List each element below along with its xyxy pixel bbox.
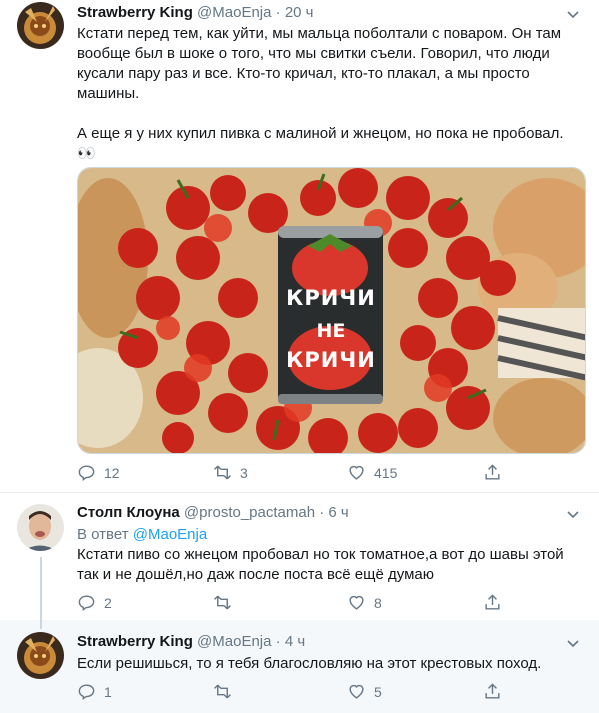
- retweet-icon: [214, 595, 231, 610]
- display-name[interactable]: Strawberry King: [77, 633, 193, 650]
- tweet-actions: 1 5: [77, 682, 517, 702]
- user-handle[interactable]: @MaoEnja: [197, 633, 271, 650]
- retweet-count: 3: [240, 464, 248, 481]
- tweet-main[interactable]: Strawberry King @MaoEnja · 20 ч Кстати п…: [0, 0, 599, 490]
- thread-line: [40, 557, 42, 621]
- reply-icon: [78, 595, 95, 612]
- timestamp[interactable]: 20 ч: [285, 4, 314, 21]
- can-label-bottom: КРИЧИ: [286, 348, 376, 372]
- display-name[interactable]: Strawberry King: [77, 4, 193, 21]
- tweet-header: Strawberry King @MaoEnja · 20 ч: [77, 4, 314, 21]
- reply-button[interactable]: 1: [77, 682, 112, 701]
- thread-line: [40, 620, 42, 629]
- avatar[interactable]: [17, 504, 64, 551]
- retweet-icon: [214, 684, 231, 699]
- reply-prefix: В ответ: [77, 526, 129, 543]
- share-button[interactable]: [483, 682, 502, 701]
- heart-icon: [349, 684, 364, 699]
- reply-icon: [78, 684, 95, 701]
- tweet-text: Кстати пиво со жнецом пробовал но ток то…: [77, 546, 568, 583]
- tweet-actions: 2 8: [77, 593, 517, 613]
- like-button[interactable]: 8: [347, 593, 382, 612]
- can-label-top: КРИЧИ: [286, 286, 376, 310]
- user-handle[interactable]: @MaoEnja: [197, 4, 271, 21]
- reply-context: В ответ @MaoEnja: [77, 526, 207, 543]
- can-label-middle: НЕ: [316, 320, 346, 342]
- like-count: 415: [374, 464, 398, 481]
- share-icon: [485, 594, 500, 610]
- reply-to-handle-link[interactable]: @MaoEnja: [133, 526, 207, 543]
- tweet-header: Столп Клоуна @prosto_pactamah · 6 ч: [77, 504, 349, 521]
- reply-count: 1: [104, 683, 112, 700]
- timestamp[interactable]: 4 ч: [285, 633, 305, 650]
- tweet-photo[interactable]: КРИЧИ НЕ КРИЧИ: [77, 167, 586, 454]
- chevron-down-icon[interactable]: [565, 6, 581, 22]
- like-count: 8: [374, 594, 382, 611]
- tweet-text: Если решишься, то я тебя благословляю на…: [77, 655, 542, 672]
- tweet-actions: 12 3 415: [77, 463, 517, 483]
- share-button[interactable]: [483, 463, 502, 482]
- display-name[interactable]: Столп Клоуна: [77, 504, 180, 521]
- reply-button[interactable]: 12: [77, 463, 120, 482]
- reply-count: 2: [104, 594, 112, 611]
- tweet-text: Кстати перед тем, как уйти, мы мальца по…: [77, 25, 564, 162]
- reply-button[interactable]: 2: [77, 593, 112, 612]
- user-handle[interactable]: @prosto_pactamah: [184, 504, 315, 521]
- separator-dot: ·: [275, 4, 281, 21]
- like-button[interactable]: 415: [347, 463, 397, 482]
- retweet-button[interactable]: [213, 593, 240, 612]
- chevron-down-icon[interactable]: [565, 506, 581, 522]
- tweet-header: Strawberry King @MaoEnja · 4 ч: [77, 633, 305, 650]
- share-icon: [485, 683, 500, 699]
- reply-count: 12: [104, 464, 120, 481]
- reply-icon: [78, 465, 95, 482]
- photo-beer-can-peppers: [78, 168, 585, 453]
- like-count: 5: [374, 683, 382, 700]
- share-icon: [485, 464, 500, 480]
- retweet-button[interactable]: 3: [213, 463, 248, 482]
- heart-icon: [349, 465, 364, 480]
- retweet-button[interactable]: [213, 682, 240, 701]
- tweet-reply[interactable]: Столп Клоуна @prosto_pactamah · 6 ч В от…: [0, 493, 599, 621]
- retweet-icon: [214, 465, 231, 480]
- chevron-down-icon[interactable]: [565, 635, 581, 651]
- timestamp[interactable]: 6 ч: [328, 504, 348, 521]
- separator-dot: ·: [275, 633, 281, 650]
- share-button[interactable]: [483, 593, 502, 612]
- like-button[interactable]: 5: [347, 682, 382, 701]
- heart-icon: [349, 595, 364, 610]
- tweet-reply-author[interactable]: Strawberry King @MaoEnja · 4 ч Если реши…: [0, 620, 599, 713]
- avatar[interactable]: [17, 2, 64, 49]
- avatar[interactable]: [17, 632, 64, 679]
- separator-dot: ·: [319, 504, 325, 521]
